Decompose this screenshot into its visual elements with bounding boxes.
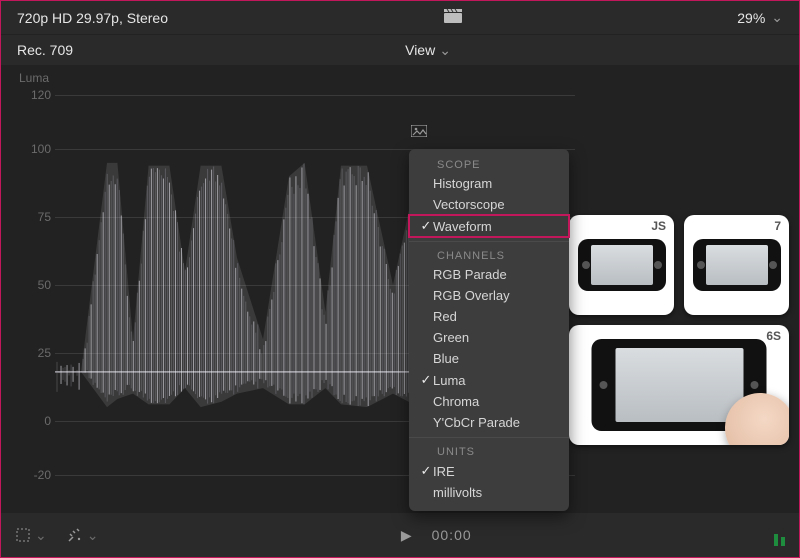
clapperboard-icon[interactable] xyxy=(444,9,462,26)
menu-divider xyxy=(409,241,569,242)
y-axis-tick: -20 xyxy=(13,468,51,482)
menu-item-label: RGB Overlay xyxy=(433,288,510,303)
view-menu-button[interactable]: View xyxy=(405,42,451,59)
gridline xyxy=(55,95,575,96)
menu-item-rgb-parade[interactable]: RGB Parade xyxy=(409,264,569,285)
menu-section-label: SCOPE xyxy=(409,155,569,173)
menu-item-label: Luma xyxy=(433,373,466,388)
thumbnail-badge: 7 xyxy=(774,219,781,233)
menu-item-millivolts[interactable]: millivolts xyxy=(409,482,569,503)
menu-item-histogram[interactable]: Histogram xyxy=(409,173,569,194)
effects-tool-button[interactable]: ⌄ xyxy=(67,527,99,544)
menu-item-label: Red xyxy=(433,309,457,324)
menu-item-label: Green xyxy=(433,330,469,345)
menu-item-green[interactable]: Green xyxy=(409,327,569,348)
menu-divider xyxy=(409,437,569,438)
viewer-thumbnails: JS 7 6S xyxy=(569,215,789,445)
menu-item-label: Waveform xyxy=(433,219,492,234)
picture-icon xyxy=(411,125,427,140)
chevron-down-icon xyxy=(439,42,451,59)
menu-item-chroma[interactable]: Chroma xyxy=(409,391,569,412)
checkmark-icon: ✓ xyxy=(419,463,433,479)
chevron-down-icon xyxy=(771,9,783,26)
menu-item-red[interactable]: Red xyxy=(409,306,569,327)
menu-section-label: UNITS xyxy=(409,442,569,460)
menu-item-blue[interactable]: Blue xyxy=(409,348,569,369)
checkmark-icon: ✓ xyxy=(419,372,433,388)
waveform-scope: Luma SCOPEHistogramVectorscope✓WaveformC… xyxy=(1,65,799,513)
chevron-down-icon: ⌄ xyxy=(87,527,99,544)
view-menu-label: View xyxy=(405,42,435,58)
menu-item-label: Y'CbCr Parade xyxy=(433,415,520,430)
menu-item-label: Blue xyxy=(433,351,459,366)
menu-item-waveform[interactable]: ✓Waveform xyxy=(409,215,569,237)
zoom-value: 29% xyxy=(737,10,765,26)
menu-item-rgb-overlay[interactable]: RGB Overlay xyxy=(409,285,569,306)
checkmark-icon: ✓ xyxy=(419,218,433,234)
scope-sub-bar: Rec. 709 View xyxy=(1,35,799,65)
menu-section-label: CHANNELS xyxy=(409,246,569,264)
view-menu-popover: SCOPEHistogramVectorscope✓WaveformCHANNE… xyxy=(409,149,569,511)
crop-tool-button[interactable]: ⌄ xyxy=(15,527,47,544)
top-bar: 720p HD 29.97p, Stereo 29% xyxy=(1,1,799,35)
color-space-label: Rec. 709 xyxy=(17,42,73,58)
scope-title: Luma xyxy=(19,71,49,85)
zoom-level[interactable]: 29% xyxy=(737,9,783,26)
y-axis-tick: 0 xyxy=(13,414,51,428)
thumbnail-selected[interactable]: 6S xyxy=(569,325,789,445)
menu-item-vectorscope[interactable]: Vectorscope xyxy=(409,194,569,215)
thumbnail[interactable]: JS xyxy=(569,215,674,315)
menu-item-y-cbcr-parade[interactable]: Y'CbCr Parade xyxy=(409,412,569,433)
y-axis-tick: 100 xyxy=(13,142,51,156)
y-axis-tick: 120 xyxy=(13,88,51,102)
format-label: 720p HD 29.97p, Stereo xyxy=(17,10,168,26)
transport-bar: ⌄ ⌄ 00:00 xyxy=(1,513,799,557)
menu-item-label: Histogram xyxy=(433,176,492,191)
y-axis-tick: 75 xyxy=(13,210,51,224)
thumbnail-badge: 6S xyxy=(766,329,781,343)
timecode-display: 00:00 xyxy=(432,527,472,543)
menu-item-label: IRE xyxy=(433,464,455,479)
menu-item-luma[interactable]: ✓Luma xyxy=(409,369,569,391)
menu-item-label: Chroma xyxy=(433,394,479,409)
audio-meters xyxy=(774,524,785,546)
thumbnail-badge: JS xyxy=(651,219,666,233)
menu-item-label: Vectorscope xyxy=(433,197,505,212)
chevron-down-icon: ⌄ xyxy=(35,527,47,544)
menu-item-label: RGB Parade xyxy=(433,267,507,282)
thumbnail[interactable]: 7 xyxy=(684,215,789,315)
y-axis-tick: 25 xyxy=(13,346,51,360)
menu-item-ire[interactable]: ✓IRE xyxy=(409,460,569,482)
play-button[interactable] xyxy=(401,527,412,544)
y-axis-tick: 50 xyxy=(13,278,51,292)
menu-item-label: millivolts xyxy=(433,485,482,500)
